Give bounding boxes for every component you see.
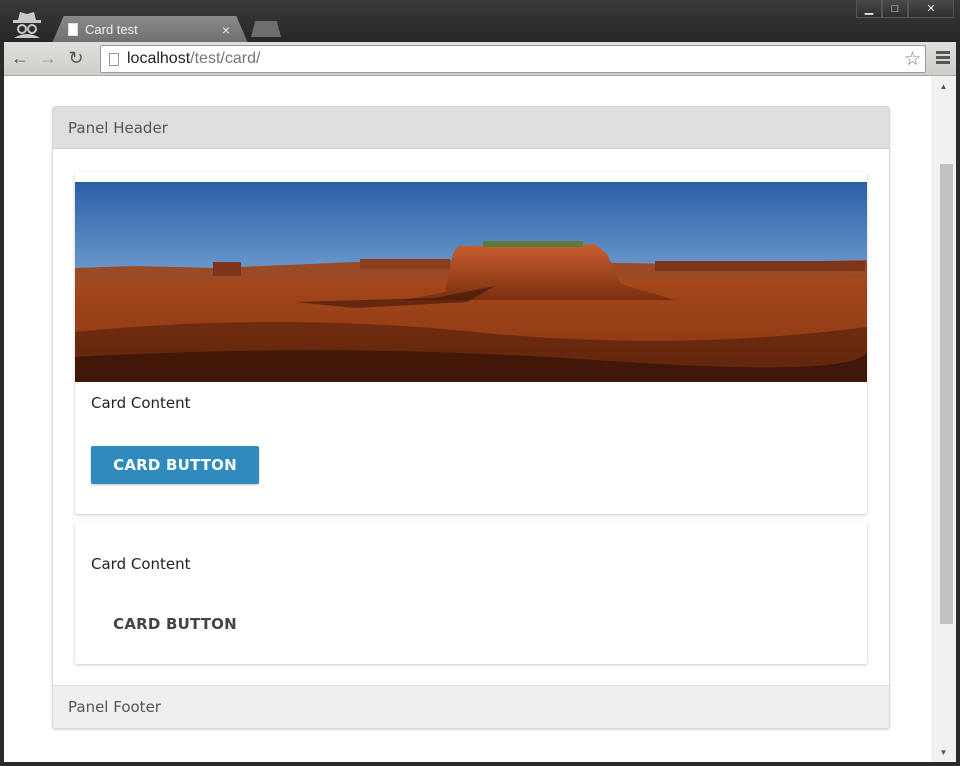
reload-icon[interactable]: ↻ (64, 47, 88, 71)
tab-close-icon[interactable]: × (222, 23, 230, 37)
close-window-button[interactable]: ✕ (908, 0, 954, 18)
panel-header: Panel Header (53, 107, 889, 149)
window-titlebar: Card test × ▁ □ ✕ (0, 0, 960, 43)
card-content: Card Content (91, 555, 191, 573)
forward-arrow-icon[interactable]: → (36, 47, 60, 71)
minimize-button[interactable]: ▁ (856, 0, 882, 18)
panel-footer: Panel Footer (53, 685, 889, 728)
card-content: Card Content (91, 394, 191, 412)
window-frame-bottom (0, 762, 960, 766)
card-button[interactable]: CARD BUTTON (91, 446, 259, 484)
new-tab-button[interactable] (251, 21, 281, 37)
scrollbar-thumb[interactable] (940, 164, 953, 624)
incognito-icon (13, 12, 41, 38)
maximize-button[interactable]: □ (882, 0, 908, 18)
browser-toolbar: ← → ↻ localhost/test/card/ ☆ (4, 42, 956, 76)
url-host: localhost (127, 50, 191, 67)
scroll-up-arrow-icon[interactable]: ▲ (931, 78, 956, 94)
tab-title: Card test (85, 22, 138, 37)
url-path: /test/card/ (190, 50, 261, 67)
window-controls: ▁ □ ✕ (856, 0, 954, 18)
panel: Panel Header Card Content CARD BUTTON Ca… (52, 106, 890, 729)
browser-tab[interactable]: Card test × (52, 16, 248, 43)
star-icon[interactable]: ☆ (904, 48, 921, 71)
back-arrow-icon[interactable]: ← (8, 47, 32, 71)
page-icon (68, 23, 78, 36)
window-frame-right (956, 42, 960, 766)
card-button[interactable]: CARD BUTTON (91, 605, 259, 643)
address-bar[interactable]: localhost/test/card/ ☆ (100, 45, 926, 73)
scroll-down-arrow-icon[interactable]: ▼ (931, 744, 956, 760)
card: Card Content CARD BUTTON (75, 172, 867, 514)
page-icon (109, 52, 119, 66)
menu-icon[interactable] (936, 51, 950, 66)
card-image (75, 182, 867, 382)
page-viewport: Panel Header Card Content CARD BUTTON Ca… (4, 76, 931, 762)
card: Card Content CARD BUTTON (75, 522, 867, 664)
scrollbar[interactable]: ▲ ▼ (931, 76, 956, 762)
